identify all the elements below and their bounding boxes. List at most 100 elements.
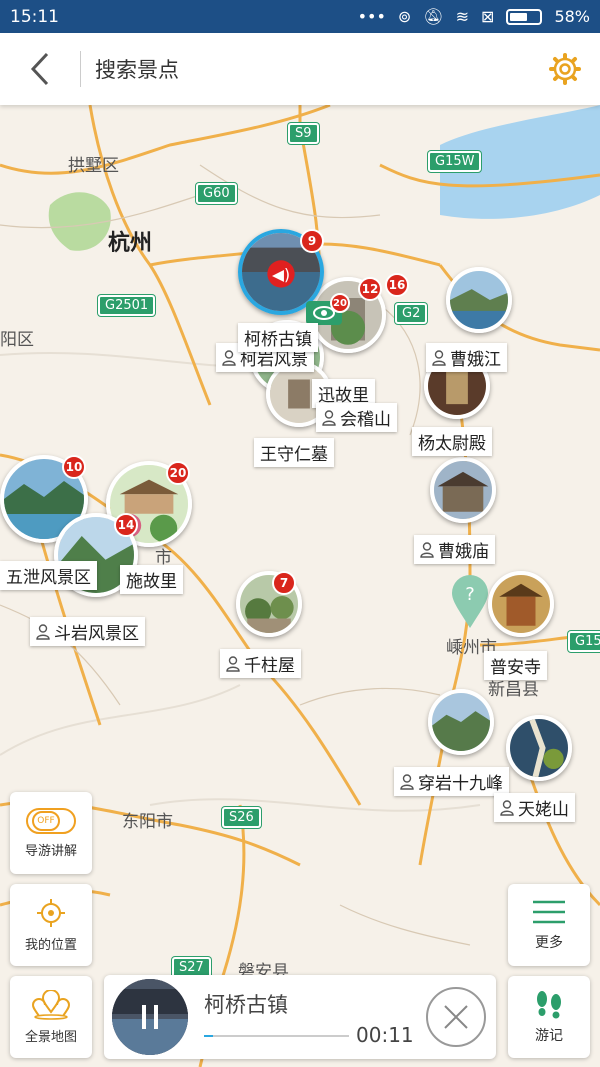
label-text: 杨太尉殿	[418, 434, 486, 454]
battery-icon	[506, 8, 543, 25]
player-time: 00:11	[356, 1023, 414, 1047]
label-qianzhuwu[interactable]: 千柱屋	[220, 649, 301, 678]
pin-caoejiang[interactable]	[446, 267, 512, 333]
audio-player: 柯桥古镇 00:11	[104, 975, 496, 1059]
label-caoejiang[interactable]: 曹娥江	[426, 343, 507, 372]
label-xishi[interactable]: 施故里	[120, 565, 183, 594]
chevron-left-icon	[30, 52, 49, 86]
guide-label: 导游讲解	[24, 843, 77, 859]
badge-keqiao: 9	[300, 229, 324, 253]
place-hangzhou: 杭州	[108, 231, 153, 256]
label-wuxie[interactable]: 五泄风景区	[0, 561, 97, 590]
status-bar: 15:11 ••• ⊚ 🔕︎ ≋ ⊠ 58%	[0, 0, 600, 33]
player-cover[interactable]	[112, 979, 188, 1055]
settings-button[interactable]	[530, 33, 600, 105]
highway-g2501: G2501	[98, 295, 156, 316]
mute-bell-icon: 🔕︎	[423, 7, 444, 26]
more-label: 更多	[535, 935, 563, 951]
svg-text:◀): ◀)	[272, 266, 290, 284]
gear-icon	[549, 53, 581, 85]
place-gongshu: 拱墅区	[68, 156, 119, 176]
player-progress-fill	[204, 1035, 213, 1037]
badge-xishi: 20	[166, 461, 190, 485]
caoejiang-photo	[450, 271, 508, 329]
label-douyan[interactable]: 斗岩风景区	[30, 617, 145, 646]
label-kuaiji[interactable]: 会稽山	[316, 403, 397, 432]
back-button[interactable]	[0, 33, 80, 105]
highway-g60: G60	[196, 183, 237, 204]
label-text: 千柱屋	[244, 656, 295, 676]
label-text: 五泄风景区	[6, 568, 91, 588]
label-caoemiao[interactable]: 曹娥庙	[414, 535, 495, 564]
travel-label: 游记	[535, 1028, 563, 1044]
person-icon	[500, 799, 514, 816]
more-button[interactable]: 更多	[508, 884, 590, 966]
badge-luxun: 12	[358, 277, 382, 301]
label-text: 曹娥庙	[438, 542, 489, 562]
label-tianmu[interactable]: 天姥山	[494, 793, 575, 822]
close-icon	[444, 1005, 468, 1029]
search-scenic-button[interactable]: 搜索景点	[81, 54, 530, 84]
highway-s9: S9	[288, 123, 319, 144]
label-text: 穿岩十九峰	[418, 774, 503, 794]
hotspot-icon: ⊚	[397, 7, 412, 26]
tianmu-photo	[510, 719, 568, 777]
label-text: 天姥山	[518, 800, 569, 820]
menu-icon	[533, 900, 565, 924]
badge-wuxie: 10	[62, 455, 86, 479]
person-icon	[432, 349, 446, 366]
badge-qianzhuwu: 7	[272, 571, 296, 595]
toggle-off-label: OFF	[32, 810, 60, 831]
travel-notes-button[interactable]: 游记	[508, 976, 590, 1058]
place-dongyang: 东阳市	[122, 812, 173, 832]
highway-g2: G2	[395, 303, 428, 324]
guide-toggle[interactable]: OFF	[26, 807, 76, 834]
label-text: 王守仁墓	[260, 445, 328, 465]
battery-percent: 58%	[554, 7, 590, 26]
pin-tianmu[interactable]	[506, 715, 572, 781]
person-icon	[400, 773, 414, 790]
location-label: 我的位置	[24, 937, 77, 953]
pin-chuanyan[interactable]	[428, 689, 494, 755]
footprints-icon	[537, 991, 561, 1019]
highway-g15w: G15W	[428, 151, 482, 172]
crosshair-icon	[37, 898, 65, 927]
label-wangshouren[interactable]: 王守仁墓	[254, 438, 334, 467]
caoemiao-photo	[434, 461, 492, 519]
pause-icon	[112, 979, 188, 1055]
label-text: 柯桥古镇	[244, 330, 312, 350]
player-close-button[interactable]	[426, 987, 486, 1047]
wifi-icon: ≋	[455, 7, 470, 26]
label-text: 斗岩风景区	[54, 624, 139, 644]
audio-guide-button[interactable]: OFF 导游讲解	[10, 792, 92, 874]
person-icon	[322, 409, 336, 426]
label-chuanyan[interactable]: 穿岩十九峰	[394, 767, 509, 796]
pin-puansi[interactable]	[488, 571, 554, 637]
pin-caoemiao[interactable]	[430, 457, 496, 523]
badge-douyan: 14	[114, 513, 138, 537]
more-dots-icon: •••	[357, 7, 386, 26]
map-pins-icon	[31, 989, 71, 1020]
highway-g151: G151	[568, 631, 600, 652]
person-icon	[36, 623, 50, 640]
player-progress[interactable]	[204, 1035, 349, 1037]
chuanyan-photo	[432, 693, 490, 751]
fullmap-label: 全景地图	[24, 1029, 77, 1045]
highway-s26: S26	[222, 807, 261, 828]
puansi-photo	[492, 575, 550, 633]
label-puansi[interactable]: 普安寺	[484, 651, 547, 680]
label-keqiao[interactable]: 柯桥古镇	[238, 323, 318, 352]
unknown-location-pin-icon[interactable]: ?	[450, 573, 490, 629]
my-location-button[interactable]: 我的位置	[10, 884, 92, 966]
person-icon	[222, 349, 236, 366]
player-title: 柯桥古镇	[204, 993, 288, 1017]
place-district-left: 阳区	[0, 330, 34, 350]
label-yangtaiwei[interactable]: 杨太尉殿	[412, 427, 492, 456]
full-map-button[interactable]: 全景地图	[10, 976, 92, 1058]
label-text: 曹娥江	[450, 350, 501, 370]
label-text: 会稽山	[340, 410, 391, 430]
person-icon	[420, 541, 434, 558]
svg-text:?: ?	[465, 584, 475, 605]
badge-kuaiji: 16	[385, 273, 409, 297]
status-time: 15:11	[10, 6, 59, 27]
